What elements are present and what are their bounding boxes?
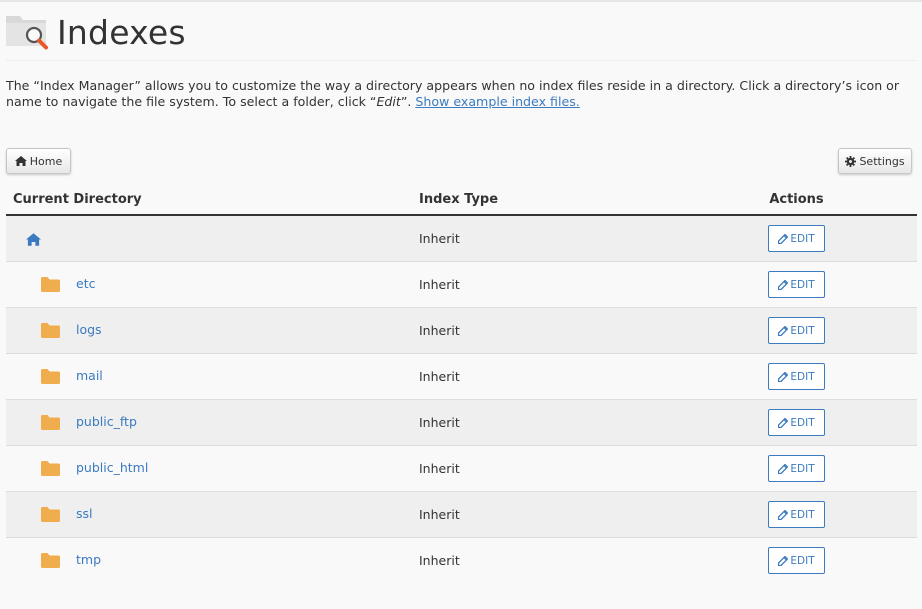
pencil-icon xyxy=(778,233,789,244)
directory-table: Current Directory Index Type Actions Inh… xyxy=(6,184,917,583)
home-icon xyxy=(14,156,27,166)
folder-icon[interactable] xyxy=(41,507,60,522)
column-header-directory: Current Directory xyxy=(6,184,419,216)
edit-button[interactable]: EDIT xyxy=(768,317,825,344)
directory-cell: tmp xyxy=(6,537,419,583)
edit-button[interactable]: EDIT xyxy=(768,409,825,436)
index-type-cell: Inherit xyxy=(419,445,676,492)
description-text-after: ”. xyxy=(400,94,416,109)
pencil-icon xyxy=(778,463,789,474)
directory-link[interactable]: public_html xyxy=(76,460,148,475)
description-edit-word: Edit xyxy=(376,94,401,109)
settings-button-label: Settings xyxy=(859,154,905,168)
pencil-icon xyxy=(778,325,789,336)
index-type-cell: Inherit xyxy=(419,353,676,400)
index-type-cell: Inherit xyxy=(419,307,676,354)
edit-button[interactable]: EDIT xyxy=(768,501,825,528)
home-icon[interactable] xyxy=(26,233,41,246)
actions-cell: EDIT xyxy=(676,353,917,400)
folder-icon[interactable] xyxy=(41,553,60,568)
index-type-cell: Inherit xyxy=(419,261,676,308)
pencil-icon xyxy=(778,279,789,290)
actions-cell: EDIT xyxy=(676,261,917,308)
column-header-actions: Actions xyxy=(676,184,917,216)
edit-button-label: EDIT xyxy=(790,278,815,291)
directory-link[interactable]: etc xyxy=(76,276,95,291)
folder-search-icon xyxy=(6,12,50,50)
table-row: ssl Inherit EDIT xyxy=(6,491,917,538)
edit-button[interactable]: EDIT xyxy=(768,547,825,574)
index-type-cell: Inherit xyxy=(419,537,676,583)
page-header: Indexes xyxy=(6,10,916,61)
actions-cell: EDIT xyxy=(676,537,917,583)
edit-button[interactable]: EDIT xyxy=(768,455,825,482)
table-row: etc Inherit EDIT xyxy=(6,261,917,308)
gear-icon xyxy=(845,155,857,167)
edit-button-label: EDIT xyxy=(790,232,815,245)
actions-cell: EDIT xyxy=(676,214,917,262)
edit-button-label: EDIT xyxy=(790,462,815,475)
index-type-cell: Inherit xyxy=(419,399,676,446)
table-row: tmp Inherit EDIT xyxy=(6,537,917,583)
directory-cell: public_html xyxy=(6,445,419,492)
actions-cell: EDIT xyxy=(676,445,917,492)
directory-link[interactable]: ssl xyxy=(76,506,93,521)
edit-button[interactable]: EDIT xyxy=(768,225,825,252)
table-header-row: Current Directory Index Type Actions xyxy=(6,184,917,216)
table-row: Inherit EDIT xyxy=(6,214,917,262)
directory-link[interactable]: mail xyxy=(76,368,103,383)
column-header-index-type: Index Type xyxy=(419,184,676,216)
folder-icon[interactable] xyxy=(41,323,60,338)
edit-button-label: EDIT xyxy=(790,508,815,521)
page-title: Indexes xyxy=(57,13,186,52)
table-row: public_html Inherit EDIT xyxy=(6,445,917,492)
directory-link[interactable]: logs xyxy=(76,322,102,337)
settings-button[interactable]: Settings xyxy=(838,148,912,174)
directory-cell: public_ftp xyxy=(6,399,419,446)
edit-button-label: EDIT xyxy=(790,554,815,567)
home-button-label: Home xyxy=(29,154,63,168)
pencil-icon xyxy=(778,417,789,428)
edit-button-label: EDIT xyxy=(790,370,815,383)
folder-icon[interactable] xyxy=(41,415,60,430)
top-border xyxy=(0,0,922,2)
actions-cell: EDIT xyxy=(676,399,917,446)
directory-cell: ssl xyxy=(6,491,419,538)
edit-button-label: EDIT xyxy=(790,416,815,429)
edit-button[interactable]: EDIT xyxy=(768,363,825,390)
table-row: mail Inherit EDIT xyxy=(6,353,917,400)
directory-cell: etc xyxy=(6,261,419,308)
directory-link[interactable]: public_ftp xyxy=(76,414,137,429)
table-row: public_ftp Inherit EDIT xyxy=(6,399,917,446)
pencil-icon xyxy=(778,509,789,520)
folder-icon[interactable] xyxy=(41,461,60,476)
index-type-cell: Inherit xyxy=(419,491,676,538)
directory-link[interactable]: tmp xyxy=(76,552,101,567)
edit-button-label: EDIT xyxy=(790,324,815,337)
folder-icon[interactable] xyxy=(41,369,60,384)
directory-cell: mail xyxy=(6,353,419,400)
directory-cell xyxy=(6,214,419,262)
show-example-index-files-link[interactable]: Show example index files. xyxy=(415,94,579,109)
page-description: The “Index Manager” allows you to custom… xyxy=(6,78,911,110)
directory-cell: logs xyxy=(6,307,419,354)
table-row: logs Inherit EDIT xyxy=(6,307,917,354)
folder-icon[interactable] xyxy=(41,277,60,292)
pencil-icon xyxy=(778,555,789,566)
pencil-icon xyxy=(778,371,789,382)
edit-button[interactable]: EDIT xyxy=(768,271,825,298)
actions-cell: EDIT xyxy=(676,307,917,354)
home-button[interactable]: Home xyxy=(6,148,71,174)
index-type-cell: Inherit xyxy=(419,214,676,262)
actions-cell: EDIT xyxy=(676,491,917,538)
